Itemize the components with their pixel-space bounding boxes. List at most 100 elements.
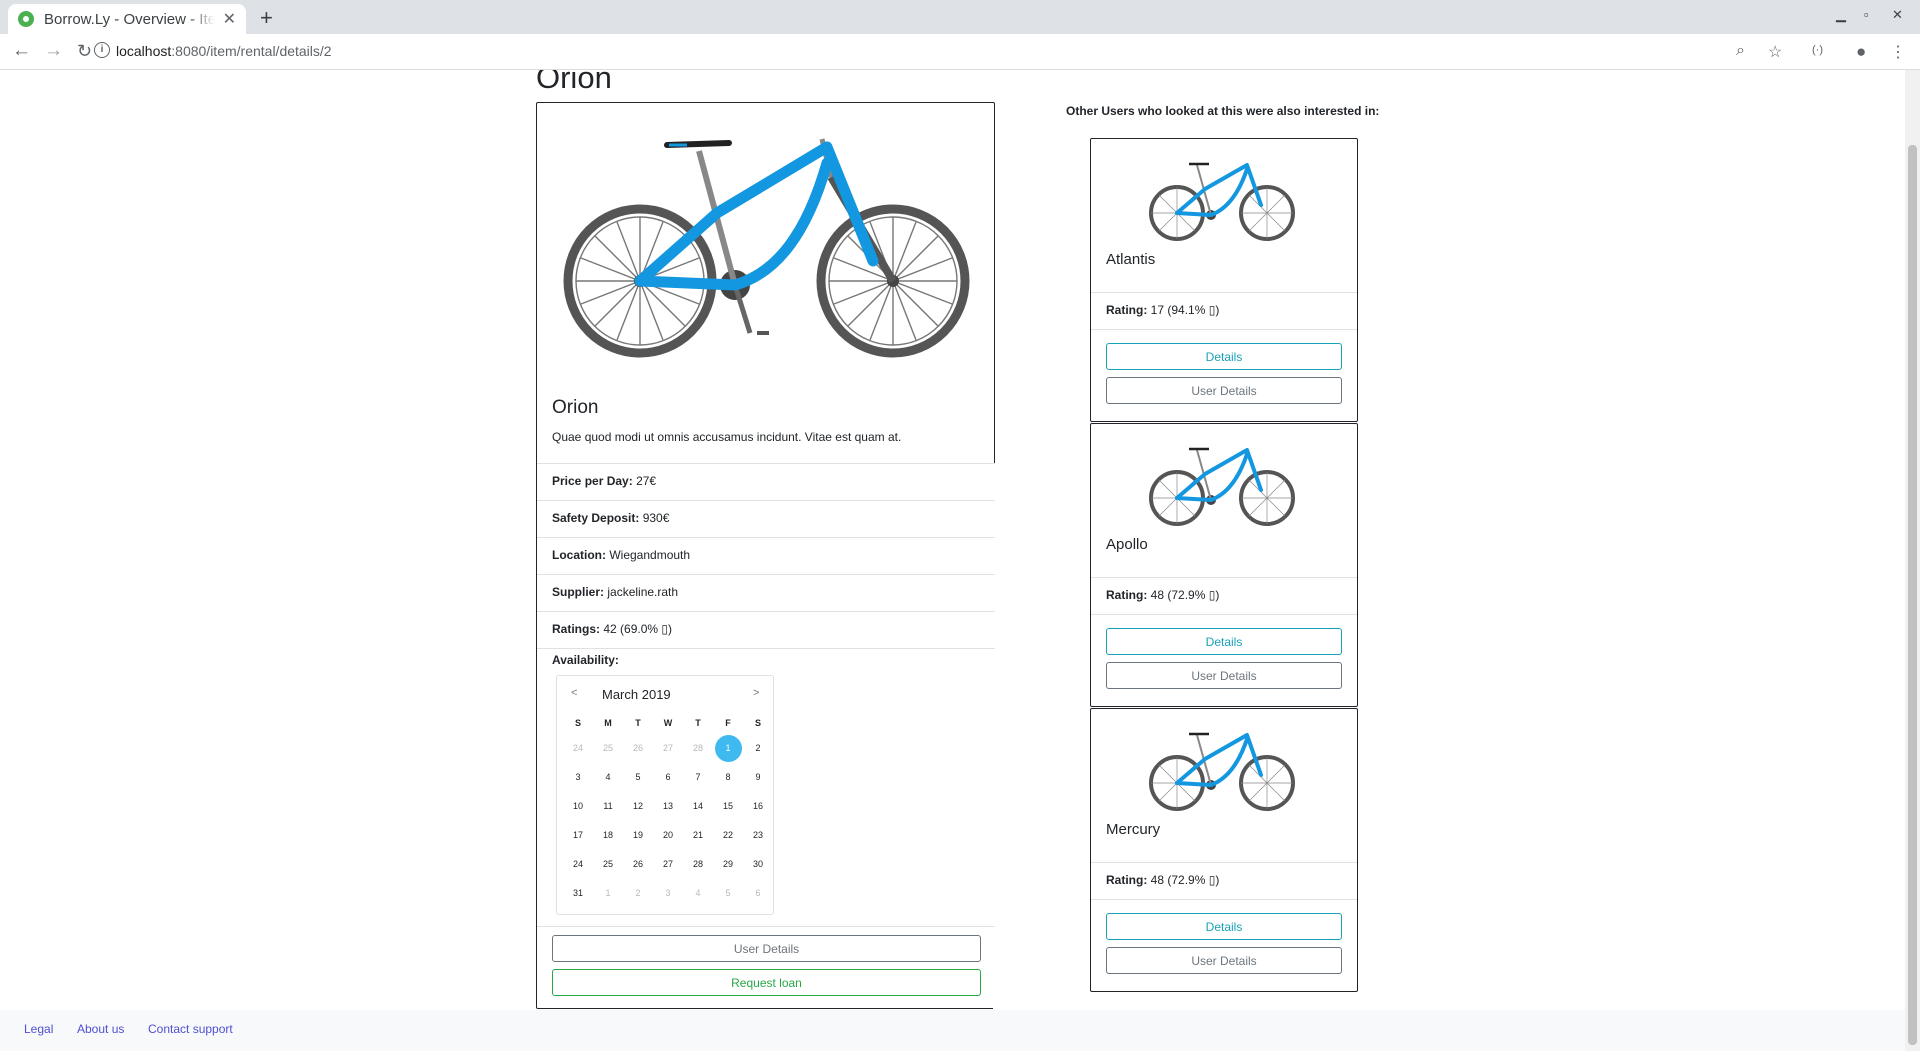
item-name: Orion [552, 397, 599, 418]
details-button[interactable]: Details [1106, 628, 1342, 655]
item-card: Orion Quae quod modi ut omnis accusamus … [536, 102, 995, 1011]
details-button[interactable]: Details [1106, 913, 1342, 940]
calendar-next-button[interactable]: > [753, 687, 759, 699]
recommendation-card: Mercury Rating: 48 (72.9% ▯) Details Use… [1090, 708, 1358, 992]
weekday-label: S [754, 718, 761, 728]
weekday-label: M [604, 718, 612, 728]
recommendations-heading: Other Users who looked at this were also… [1066, 104, 1380, 118]
maximize-icon[interactable]: ▫ [1864, 7, 1869, 22]
calendar-prev-button[interactable]: < [571, 687, 577, 699]
calendar-day[interactable]: 9 [743, 763, 773, 792]
calendar-day[interactable]: 5 [713, 879, 743, 908]
user-details-button[interactable]: User Details [1106, 377, 1342, 404]
calendar-month-title: March 2019 [602, 687, 671, 702]
calendar-day[interactable]: 10 [563, 792, 593, 821]
calendar-day[interactable]: 12 [623, 792, 653, 821]
calendar-day[interactable]: 1 [593, 879, 623, 908]
footer-link-contact[interactable]: Contact support [148, 1022, 233, 1036]
calendar-day-selected[interactable]: 1 [713, 734, 743, 763]
browser-menu-icon[interactable]: ⋮ [1890, 42, 1906, 62]
item-description: Quae quod modi ut omnis accusamus incidu… [552, 430, 902, 444]
recommendation-name: Mercury [1106, 821, 1161, 838]
browser-tab[interactable]: Borrow.Ly - Overview - Item Details ✕ [8, 4, 246, 34]
zoom-icon[interactable]: ⌕ [1736, 42, 1745, 60]
calendar-day[interactable]: 3 [563, 763, 593, 792]
calendar-day[interactable]: 29 [713, 850, 743, 879]
user-details-button[interactable]: User Details [552, 935, 981, 962]
calendar-weekdays: S M T W T F S [563, 712, 769, 734]
user-details-button[interactable]: User Details [1106, 947, 1342, 974]
calendar-day[interactable]: 25 [593, 734, 623, 763]
calendar-day[interactable]: 24 [563, 850, 593, 879]
calendar-day[interactable]: 6 [653, 763, 683, 792]
calendar-day[interactable]: 13 [653, 792, 683, 821]
reload-icon[interactable]: ↻ [77, 40, 92, 62]
user-details-button[interactable]: User Details [1106, 662, 1342, 689]
profile-avatar-icon[interactable]: ● [1856, 42, 1866, 62]
minimize-icon[interactable]: ▁ [1836, 7, 1846, 23]
weekday-label: W [663, 718, 673, 728]
back-arrow-icon[interactable]: ← [12, 40, 31, 62]
bookmark-star-icon[interactable]: ☆ [1768, 42, 1782, 62]
bicycle-thumbnail-icon [1149, 162, 1295, 241]
ratings: Ratings: 42 (69.0% ▯) [537, 611, 995, 648]
calendar-day[interactable]: 24 [563, 734, 593, 763]
calendar-day[interactable]: 25 [593, 850, 623, 879]
window-close-icon[interactable]: ✕ [1892, 7, 1903, 23]
request-loan-button[interactable]: Request loan [552, 969, 981, 996]
calendar-day[interactable]: 31 [563, 879, 593, 908]
calendar-day[interactable]: 11 [593, 792, 623, 821]
calendar-day[interactable]: 5 [623, 763, 653, 792]
calendar-day[interactable]: 7 [683, 763, 713, 792]
calendar-day[interactable]: 27 [653, 850, 683, 879]
forward-arrow-icon[interactable]: → [44, 40, 63, 62]
calendar-day[interactable]: 26 [623, 850, 653, 879]
bicycle-image-icon [563, 138, 970, 358]
availability-calendar: < March 2019 > S M T W T F S 24 25 26 27… [556, 675, 774, 915]
calendar-day[interactable]: 21 [683, 821, 713, 850]
calendar-day[interactable]: 16 [743, 792, 773, 821]
calendar-day[interactable]: 27 [653, 734, 683, 763]
calendar-day[interactable]: 28 [683, 734, 713, 763]
calendar-day[interactable]: 18 [593, 821, 623, 850]
calendar-day[interactable]: 6 [743, 879, 773, 908]
price-per-day: Price per Day: 27€ [537, 463, 995, 500]
calendar-day[interactable]: 8 [713, 763, 743, 792]
extension-icon[interactable]: (·) [1812, 44, 1823, 56]
calendar-day[interactable]: 23 [743, 821, 773, 850]
calendar-day[interactable]: 28 [683, 850, 713, 879]
calendar-days: 24 25 26 27 28 1 2 3 4 5 6 7 8 9 10 11 1… [563, 734, 769, 908]
calendar-day[interactable]: 20 [653, 821, 683, 850]
calendar-day[interactable]: 19 [623, 821, 653, 850]
details-button[interactable]: Details [1106, 343, 1342, 370]
footer: Legal About us Contact support [0, 1010, 1905, 1051]
calendar-day[interactable]: 30 [743, 850, 773, 879]
new-tab-icon[interactable]: + [260, 5, 273, 31]
weekday-label: T [635, 718, 641, 728]
calendar-day[interactable]: 14 [683, 792, 713, 821]
calendar-day[interactable]: 2 [743, 734, 773, 763]
recommendation-rating: Rating: 48 (72.9% ▯) [1106, 588, 1220, 602]
footer-link-legal[interactable]: Legal [24, 1022, 53, 1036]
item-image [537, 103, 994, 388]
site-info-icon[interactable]: i [94, 42, 110, 58]
calendar-day[interactable]: 17 [563, 821, 593, 850]
calendar-day[interactable]: 3 [653, 879, 683, 908]
page-content: Orion Orion Quae quod modi ut omnis accu… [0, 70, 1905, 1051]
site-favicon-icon [18, 11, 34, 27]
weekday-label: S [574, 718, 581, 728]
calendar-day[interactable]: 15 [713, 792, 743, 821]
recommendation-name: Apollo [1106, 536, 1148, 553]
recommendation-rating: Rating: 17 (94.1% ▯) [1106, 303, 1220, 317]
page-scrollbar[interactable] [1905, 70, 1920, 1051]
availability-label: Availability: [552, 653, 619, 667]
footer-link-about[interactable]: About us [77, 1022, 124, 1036]
calendar-day[interactable]: 26 [623, 734, 653, 763]
calendar-day[interactable]: 2 [623, 879, 653, 908]
tab-close-icon[interactable]: ✕ [223, 9, 236, 29]
calendar-day[interactable]: 4 [683, 879, 713, 908]
calendar-day[interactable]: 4 [593, 763, 623, 792]
scrollbar-thumb[interactable] [1908, 145, 1917, 1045]
address-bar[interactable]: localhost:8080/item/rental/details/2 [116, 43, 332, 59]
calendar-day[interactable]: 22 [713, 821, 743, 850]
